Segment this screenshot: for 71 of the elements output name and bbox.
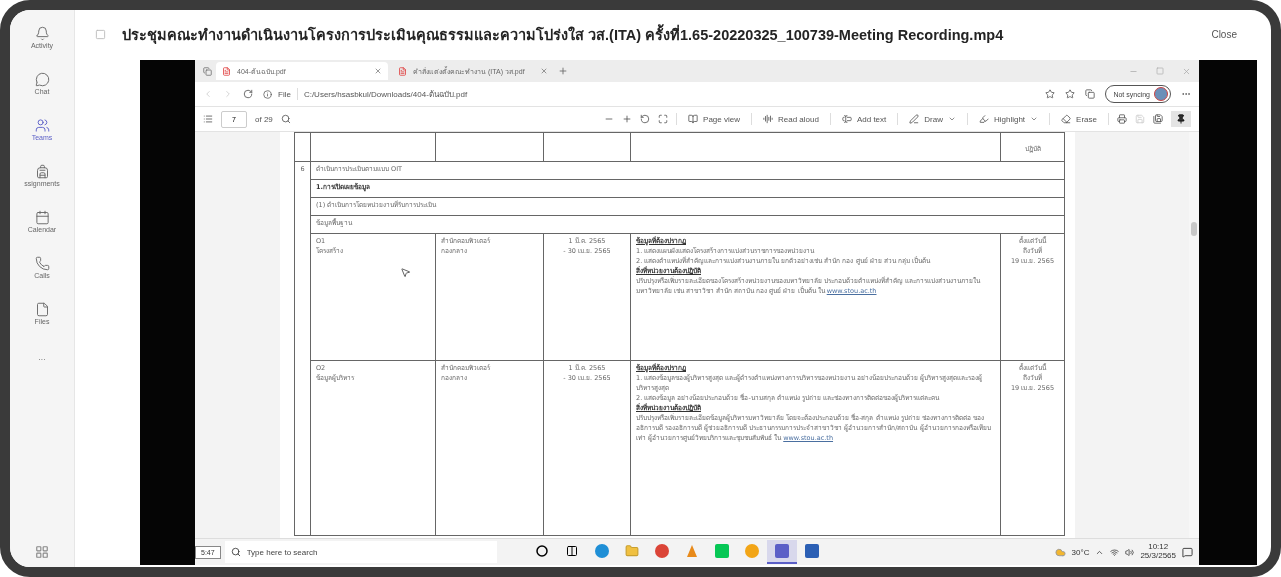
search-field[interactable]: Type here to search bbox=[224, 541, 497, 563]
book-icon bbox=[688, 114, 699, 124]
people-icon bbox=[34, 117, 50, 133]
toolbar-button[interactable]: Highlight bbox=[975, 112, 1042, 126]
rotate-icon[interactable] bbox=[640, 114, 651, 124]
google-icon bbox=[654, 544, 669, 558]
address-text[interactable]: C:/Users/hsasbkul/Downloads/404-ต้นฉบับ.pdf bbox=[303, 87, 468, 101]
favorite-icon[interactable] bbox=[1045, 89, 1056, 99]
backpack-icon bbox=[34, 163, 50, 179]
address-scheme: File bbox=[278, 89, 291, 99]
file-icon bbox=[34, 301, 50, 317]
weather-icon bbox=[1054, 546, 1066, 558]
save-as-icon[interactable] bbox=[1153, 114, 1163, 124]
phone-icon bbox=[34, 255, 50, 271]
browser-icon bbox=[744, 544, 759, 558]
close-icon[interactable] bbox=[374, 67, 382, 75]
print-icon[interactable] bbox=[1117, 114, 1127, 124]
scroll-thumb[interactable] bbox=[1191, 222, 1197, 236]
refresh-icon[interactable] bbox=[243, 89, 253, 99]
word-icon bbox=[804, 544, 819, 558]
pdf-icon bbox=[398, 66, 407, 76]
fit-page-icon[interactable] bbox=[658, 114, 669, 124]
pin-icon bbox=[1176, 114, 1186, 124]
tab-actions-icon[interactable] bbox=[203, 66, 212, 76]
audio-icon bbox=[763, 114, 773, 124]
browser-icon bbox=[594, 544, 609, 558]
search-icon[interactable] bbox=[280, 114, 291, 124]
task-view-icon bbox=[565, 545, 578, 557]
window-title: ประชุมคณะทำงานดำเนินงานโครงการประเมินคุณธรรมและความโปร่งใส วส.(ITA) ครั้งที่1.65-20220325_100739-Meeting Recording.mp4 bbox=[122, 23, 1005, 46]
close-icon[interactable] bbox=[1182, 66, 1191, 76]
text-cursor-icon bbox=[841, 114, 852, 124]
contents-icon[interactable] bbox=[203, 114, 213, 124]
toolbar-button[interactable]: Read aloud bbox=[760, 112, 822, 126]
toolbar-button[interactable]: Draw bbox=[906, 112, 959, 126]
close-button[interactable]: Close bbox=[1203, 22, 1245, 46]
info-icon bbox=[263, 89, 272, 99]
clock-time: 10:12 bbox=[1148, 543, 1169, 552]
cortana-icon bbox=[535, 545, 548, 557]
chat-app-icon bbox=[714, 544, 729, 558]
clock-date: 25/3/2565 bbox=[1140, 552, 1176, 561]
expand-icon[interactable] bbox=[95, 28, 106, 40]
apps-icon[interactable] bbox=[35, 545, 49, 559]
avatar-icon bbox=[1154, 87, 1168, 101]
teams-icon bbox=[774, 544, 789, 558]
volume-icon bbox=[1125, 547, 1135, 557]
caret-icon bbox=[947, 115, 956, 123]
cursor-icon bbox=[400, 267, 411, 278]
folder-icon bbox=[624, 544, 639, 558]
zoom-in-icon[interactable] bbox=[622, 114, 633, 124]
pin-button[interactable] bbox=[1171, 111, 1191, 127]
favorites-icon[interactable] bbox=[1065, 89, 1076, 99]
close-icon[interactable] bbox=[540, 67, 548, 75]
pdf-icon bbox=[222, 66, 231, 76]
page-count: of 29 bbox=[255, 114, 273, 124]
collections-icon[interactable] bbox=[1085, 89, 1096, 99]
caret-icon bbox=[1030, 115, 1039, 123]
toolbar-button[interactable]: Erase bbox=[1058, 112, 1100, 126]
pen-icon bbox=[909, 114, 920, 124]
eraser-icon bbox=[1061, 114, 1072, 124]
calendar-icon bbox=[34, 209, 50, 225]
notifications-icon[interactable] bbox=[1182, 546, 1193, 558]
chat-icon bbox=[34, 71, 50, 87]
toolbar-button[interactable]: Page view bbox=[685, 112, 743, 126]
new-tab-icon[interactable] bbox=[558, 66, 568, 76]
scrollbar[interactable] bbox=[1189, 132, 1199, 538]
wifi-icon bbox=[1110, 547, 1120, 557]
temperature: 30°C bbox=[1071, 547, 1090, 557]
highlighter-icon bbox=[978, 114, 989, 124]
cone-icon bbox=[684, 544, 699, 558]
bell-icon bbox=[34, 25, 50, 41]
toolbar-button[interactable]: Add text bbox=[838, 112, 890, 126]
